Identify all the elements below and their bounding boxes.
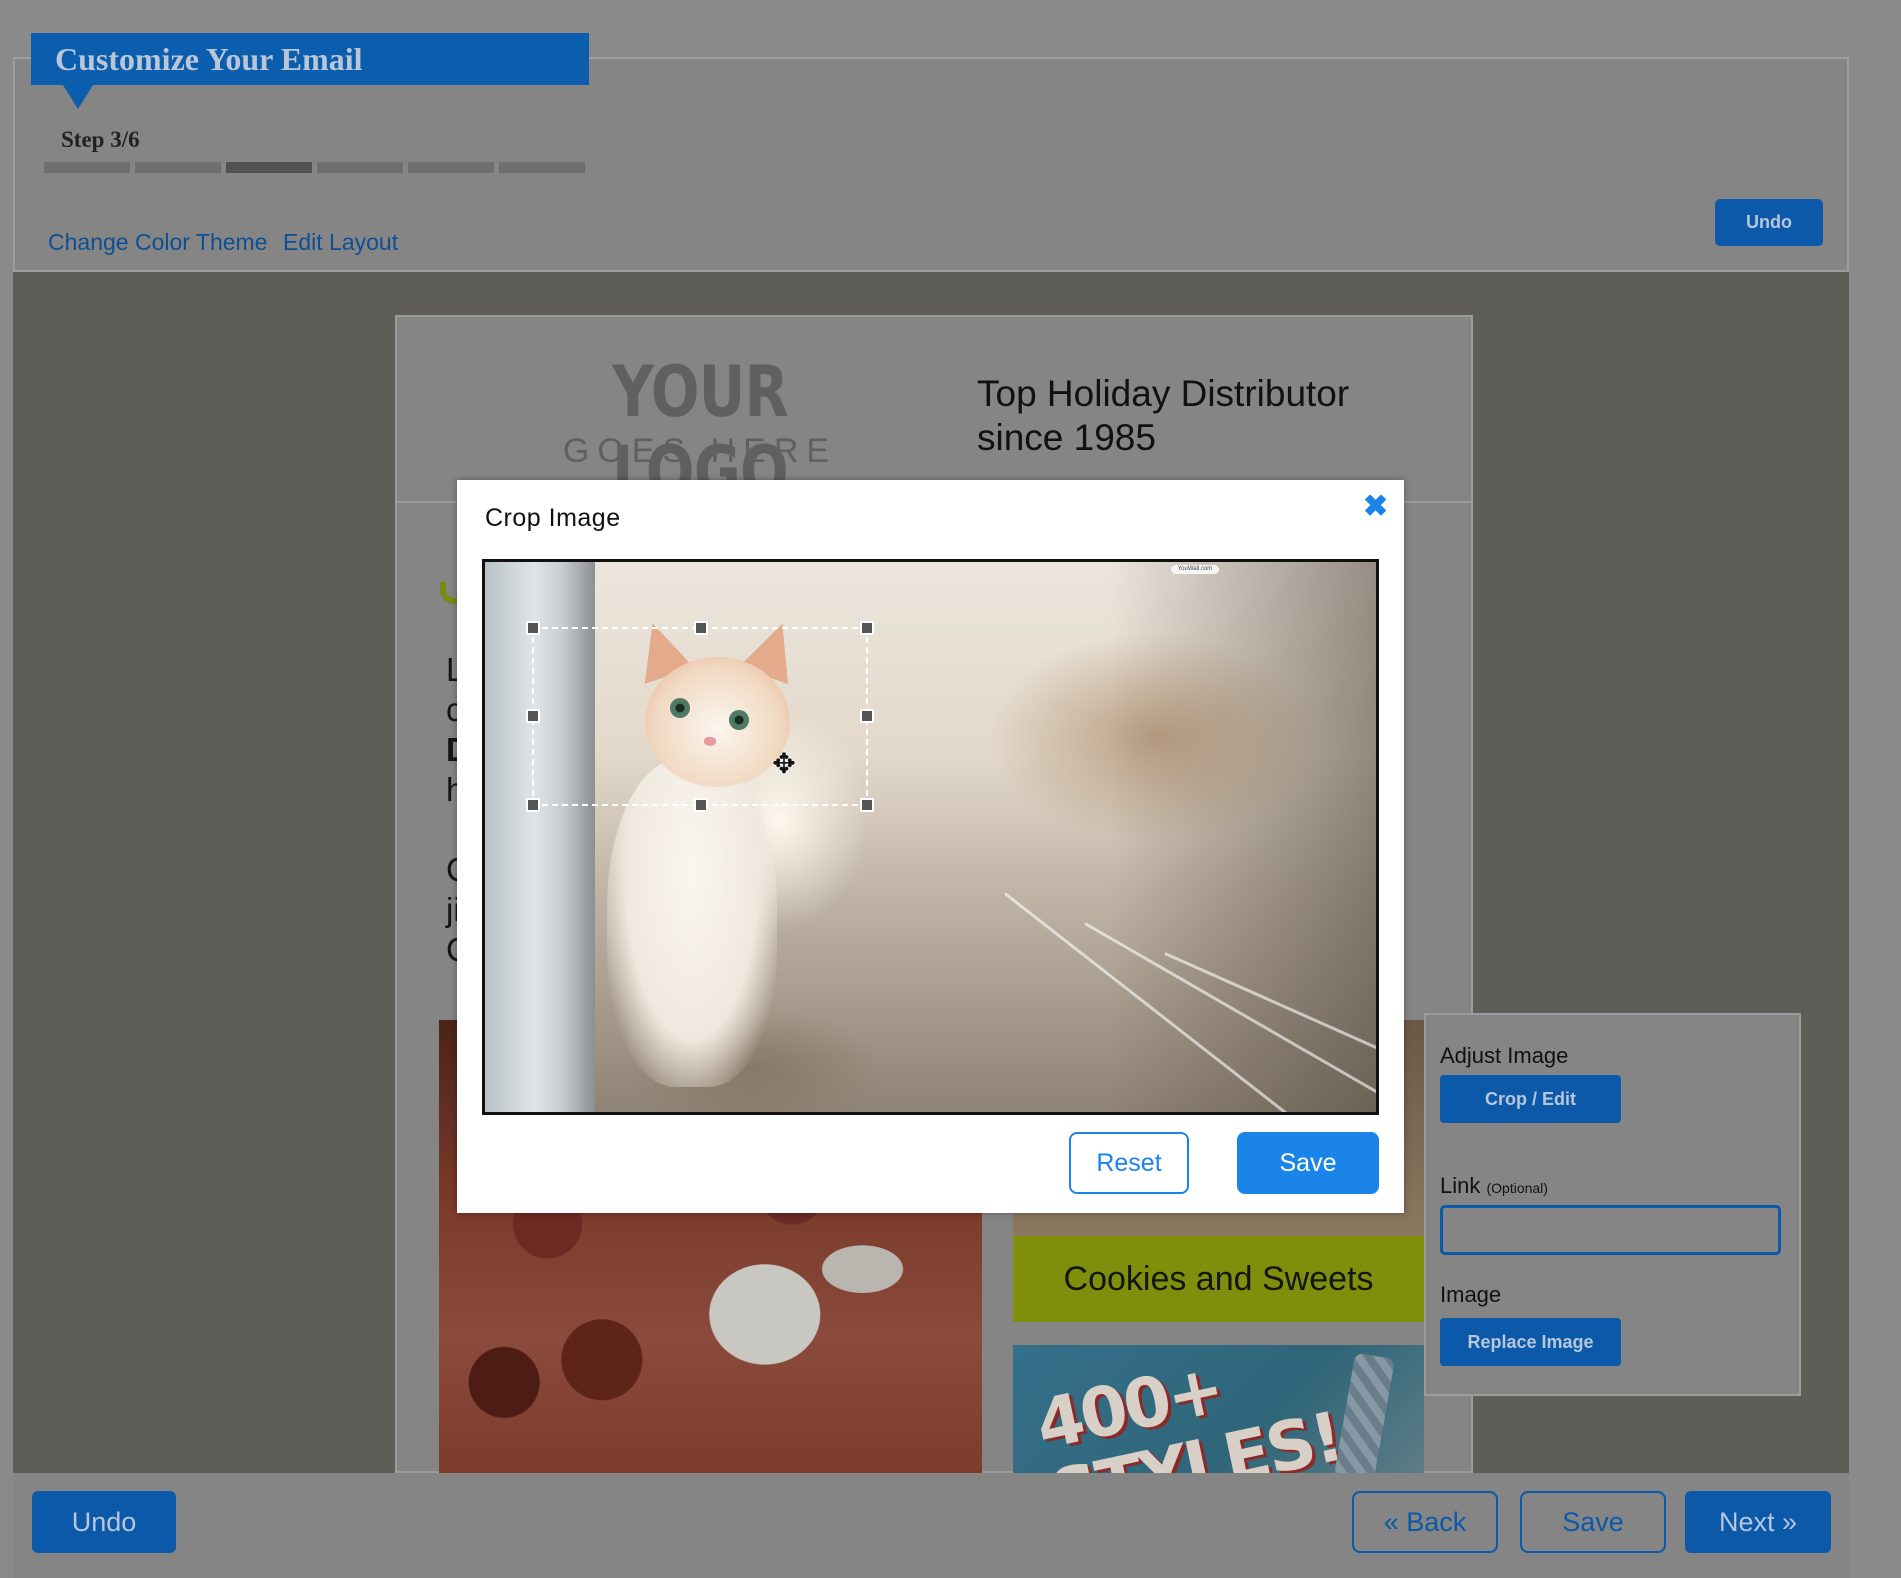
floor-line (1084, 922, 1376, 1105)
step-label: Step 3/6 (61, 127, 140, 152)
styles-promo-image[interactable]: 400+ STYLES! (1013, 1345, 1424, 1473)
adjust-image-heading: Adjust Image (1440, 1043, 1569, 1068)
crop-handle-bottom[interactable] (694, 798, 708, 812)
email-tagline[interactable]: Top Holiday Distributor since 1985 (977, 372, 1357, 460)
floor-line (1164, 952, 1376, 1077)
crop-handle-bottom-right[interactable] (860, 798, 874, 812)
step-segment-2 (135, 162, 221, 173)
crop-image-modal: Crop Image ✖ YouWall.com ✥ Reset Save (457, 480, 1404, 1213)
logo-subtext: GOES HERE (562, 432, 838, 470)
crop-edit-button[interactable]: Crop / Edit (1440, 1075, 1621, 1123)
close-x-icon[interactable]: ✖ (1363, 492, 1388, 522)
replace-image-button[interactable]: Replace Image (1440, 1318, 1621, 1366)
image-watermark: YouWall.com (1171, 565, 1219, 574)
title-pointer (63, 85, 93, 109)
image-heading: Image (1440, 1282, 1502, 1307)
cookies-banner[interactable]: Cookies and Sweets (1013, 1236, 1424, 1322)
link-optional-note: (Optional) (1486, 1180, 1548, 1196)
step-segment-4 (317, 162, 403, 173)
crop-handle-top[interactable] (694, 621, 708, 635)
page-title: Customize Your Email (31, 33, 589, 85)
edit-layout-link[interactable]: Edit Layout (283, 229, 398, 256)
crop-handle-top-right[interactable] (860, 621, 874, 635)
background-blur (985, 632, 1325, 842)
step-segment-1 (44, 162, 130, 173)
move-cursor-icon: ✥ (772, 748, 796, 779)
kitten-body (607, 757, 777, 1087)
floor-line (1004, 892, 1337, 1112)
back-button[interactable]: « Back (1352, 1491, 1498, 1553)
step-segment-3-current (226, 162, 312, 173)
modal-title: Crop Image (485, 504, 621, 532)
modal-save-button[interactable]: Save (1237, 1132, 1379, 1194)
crop-photo[interactable]: YouWall.com ✥ (482, 559, 1379, 1115)
page-scrollbar[interactable] (1872, 0, 1901, 1578)
link-label: Link (Optional) (1440, 1173, 1548, 1199)
undo-button-top[interactable]: Undo (1715, 199, 1823, 246)
crop-selection-box[interactable]: ✥ (526, 621, 874, 812)
link-label-text: Link (1440, 1173, 1481, 1198)
reset-button[interactable]: Reset (1069, 1132, 1189, 1194)
crop-handle-top-left[interactable] (526, 621, 540, 635)
next-button[interactable]: Next » (1685, 1491, 1831, 1553)
crop-handle-left[interactable] (526, 709, 540, 723)
step-segment-5 (408, 162, 494, 173)
link-input[interactable] (1440, 1205, 1781, 1255)
crop-handle-right[interactable] (860, 709, 874, 723)
step-segment-6 (499, 162, 585, 173)
step-progress-bar (44, 162, 585, 173)
change-color-theme-link[interactable]: Change Color Theme (48, 229, 267, 256)
save-button[interactable]: Save (1520, 1491, 1666, 1553)
undo-button[interactable]: Undo (32, 1491, 176, 1553)
crop-handle-bottom-left[interactable] (526, 798, 540, 812)
